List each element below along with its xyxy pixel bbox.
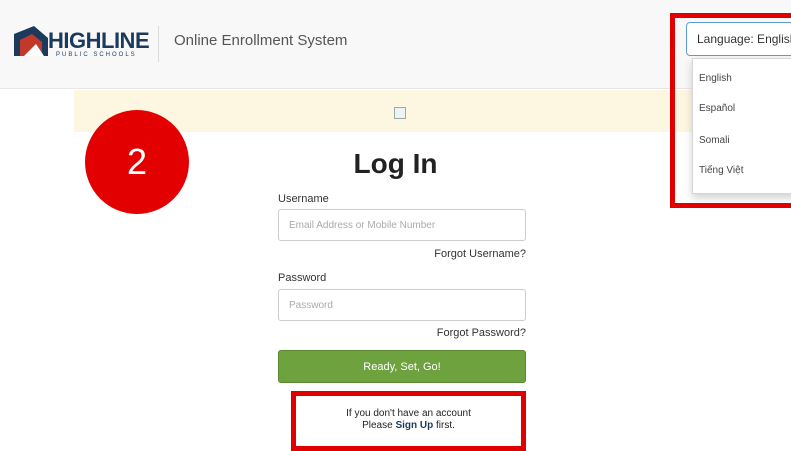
logo-text: HIGHLINE [48,28,150,53]
username-input[interactable] [278,209,526,241]
password-input[interactable] [278,289,526,321]
highline-logo-icon [14,26,48,56]
login-submit-button[interactable]: Ready, Set, Go! [278,350,526,383]
logo-subtext: PUBLIC SCHOOLS [56,52,137,58]
login-title: Log In [353,148,438,179]
header-divider [158,26,159,62]
signup-prefix: Please [362,420,396,431]
sign-up-link[interactable]: Sign Up [395,420,433,431]
forgot-username-link[interactable]: Forgot Username? [276,248,526,260]
username-label: Username [278,193,329,205]
password-label: Password [278,272,327,284]
signup-line-1: If you don't have an account [346,408,471,419]
app-title: Online Enrollment System [174,32,348,49]
forgot-password-link[interactable]: Forgot Password? [276,327,526,339]
signup-line-2: Please Sign Up first. [296,420,521,432]
highline-logo[interactable]: HIGHLINE PUBLIC SCHOOLS [14,24,150,60]
signup-suffix: first. [433,420,455,431]
signup-callout: If you don't have an account Please Sign… [291,391,526,451]
broken-image-icon [394,107,406,119]
